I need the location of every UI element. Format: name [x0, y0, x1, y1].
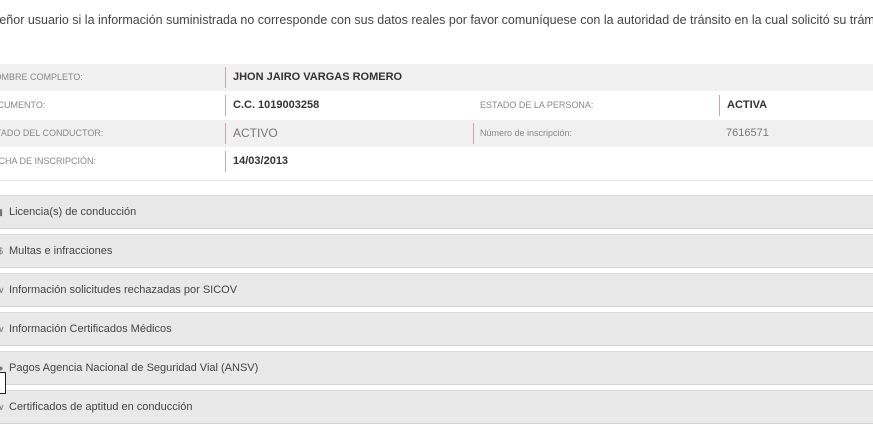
- section-label: Pagos Agencia Nacional de Seguridad Vial…: [9, 362, 259, 374]
- section-pagos-ansv[interactable]: ● Pagos Agencia Nacional de Seguridad Vi…: [0, 351, 873, 385]
- name-label: NOMBRE COMPLETO:: [0, 72, 83, 82]
- fecha-value: 14/03/2013: [225, 151, 288, 172]
- row-fecha: FECHA DE INSCRIPCIÓN: 14/03/2013: [0, 148, 873, 176]
- estado-persona-label: ESTADO DE LA PERSONA:: [480, 100, 594, 110]
- section-label: Multas e infracciones: [9, 245, 113, 257]
- section-aptitud[interactable]: ∨ Certificados de aptitud en conducción: [0, 390, 873, 424]
- inscripcion-num-label: Número de inscripción:: [473, 123, 572, 144]
- person-info-table: NOMBRE COMPLETO: JHON JAIRO VARGAS ROMER…: [0, 64, 873, 176]
- name-value: JHON JAIRO VARGAS ROMERO: [225, 67, 402, 88]
- estado-conductor-label: ESTADO DEL CONDUCTOR:: [0, 128, 104, 138]
- section-label: Información solicitudes rechazadas por S…: [9, 284, 238, 296]
- fines-icon: $: [0, 246, 4, 256]
- section-licencias[interactable]: ▮ Licencia(s) de conducción: [0, 195, 873, 229]
- chevron-icon: ∨: [0, 402, 5, 412]
- row-conductor: ESTADO DEL CONDUCTOR: ACTIVO Número de i…: [0, 120, 873, 148]
- chevron-icon: ∨: [0, 324, 5, 334]
- doc-label: DOCUMENTO:: [0, 100, 46, 110]
- section-certificados-medicos[interactable]: ∨ Información Certificados Médicos: [0, 312, 873, 346]
- inscripcion-num-value: 7616571: [726, 127, 769, 139]
- section-label: Información Certificados Médicos: [9, 323, 172, 335]
- row-documento: DOCUMENTO: C.C. 1019003258 ESTADO DE LA …: [0, 92, 873, 120]
- section-label: Certificados de aptitud en conducción: [9, 401, 193, 413]
- accordion-sections: ▮ Licencia(s) de conducción $ Multas e i…: [0, 195, 873, 429]
- doc-value: C.C. 1019003258: [225, 95, 319, 116]
- section-label: Licencia(s) de conducción: [9, 206, 137, 218]
- section-sicov[interactable]: ∨ Información solicitudes rechazadas por…: [0, 273, 873, 307]
- chevron-icon: ∨: [0, 285, 5, 295]
- row-nombre: NOMBRE COMPLETO: JHON JAIRO VARGAS ROMER…: [0, 64, 873, 92]
- divider: [0, 180, 873, 181]
- fecha-label: FECHA DE INSCRIPCIÓN:: [0, 156, 97, 166]
- license-icon: ▮: [0, 207, 3, 217]
- estado-conductor-value: ACTIVO: [225, 123, 278, 144]
- text-cursor-indicator: [0, 372, 6, 394]
- notice-text: Señor usuario si la información suminist…: [0, 13, 873, 27]
- estado-persona-value: ACTIVA: [719, 95, 767, 116]
- section-multas[interactable]: $ Multas e infracciones: [0, 234, 873, 268]
